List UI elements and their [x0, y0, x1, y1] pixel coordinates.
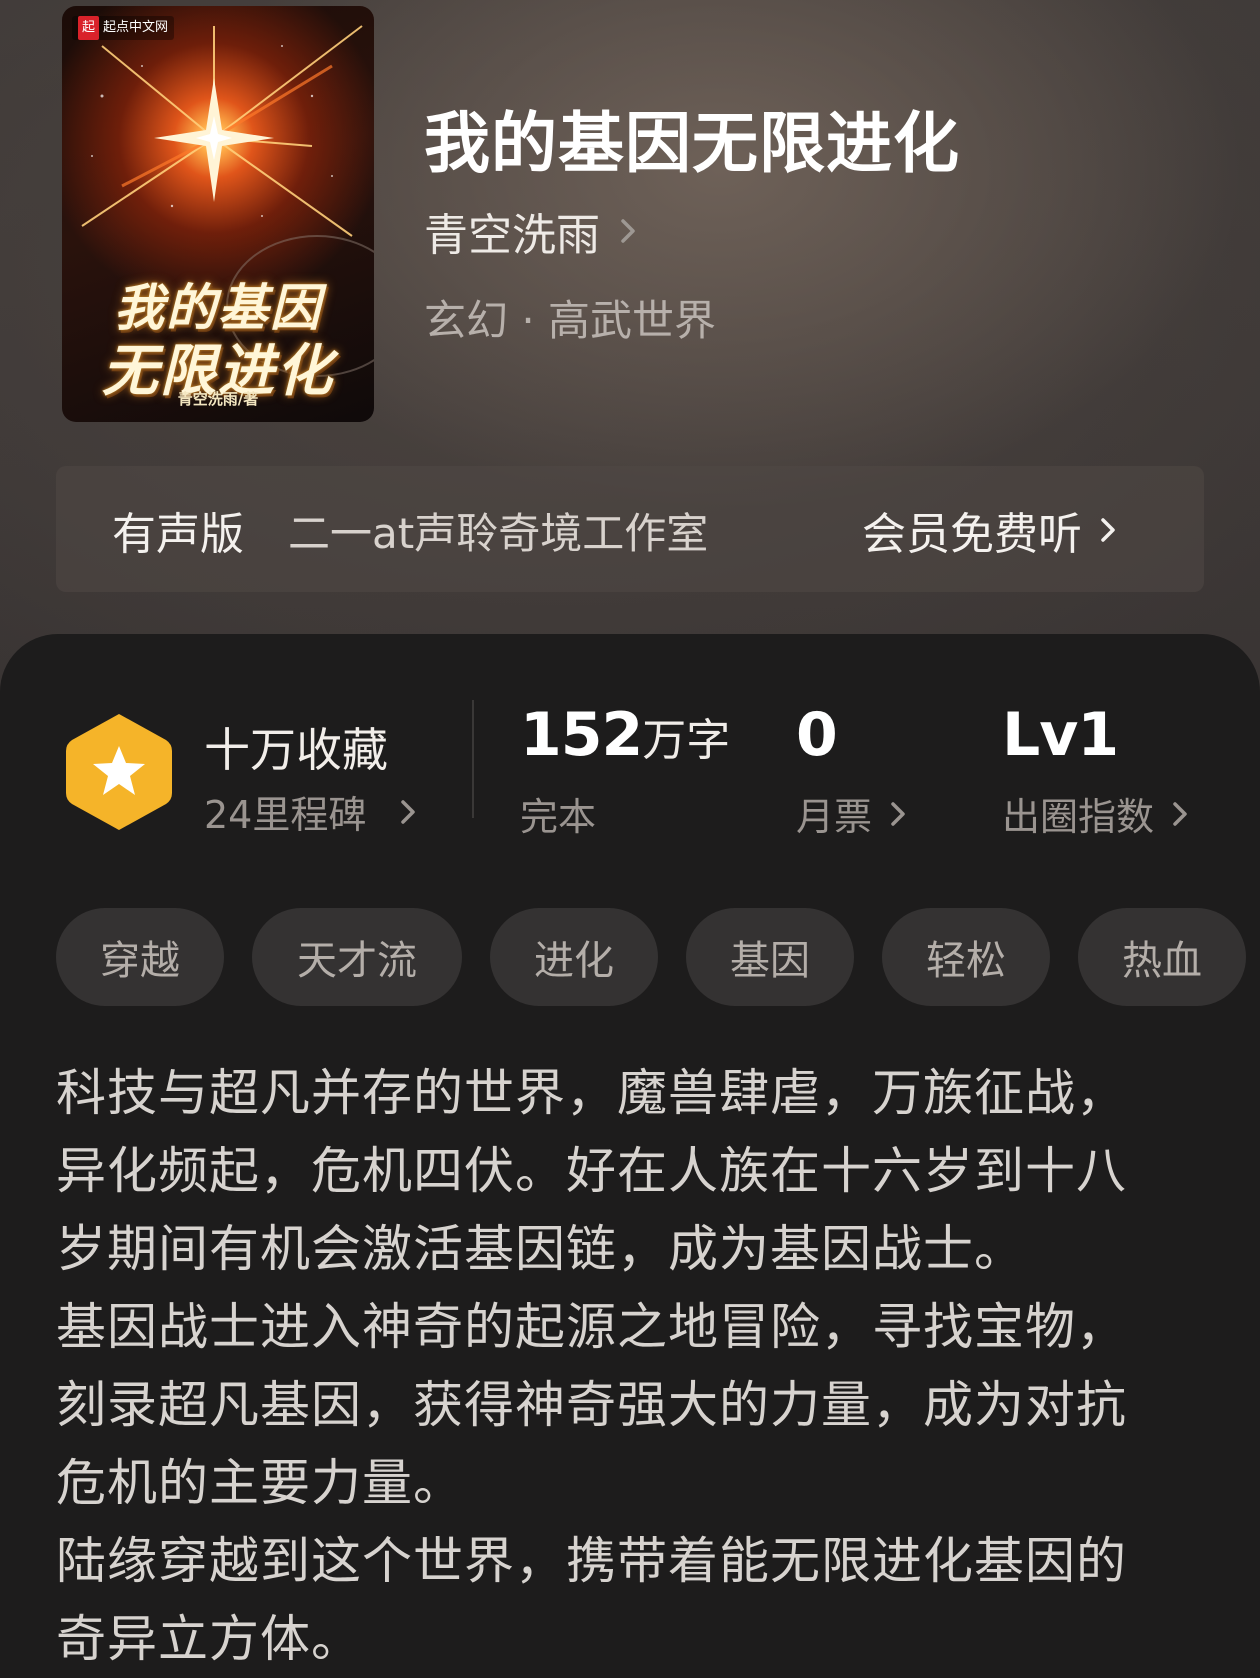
audio-label: 有声版: [112, 509, 244, 560]
collection-title: 十万收藏: [204, 723, 388, 777]
member-free-listen-label: 会员免费听: [862, 509, 1082, 560]
book-detail-page: 起起点中文网 我的基因 无限进化 青空洗雨/著 我的基因无限进化 青空洗雨 玄幻…: [0, 0, 1260, 1678]
tag-chip[interactable]: 穿越: [56, 908, 224, 1006]
monthly-votes-count: 0: [796, 700, 838, 770]
milestone-link[interactable]: 24里程碑: [204, 784, 424, 839]
stats-divider: [472, 700, 474, 818]
genre-label[interactable]: 玄幻 · 高武世界: [424, 287, 716, 348]
cover-publisher-logo: 起起点中文网: [72, 16, 175, 40]
popularity-index-link[interactable]: 出圈指数: [1002, 786, 1196, 841]
collection-badge-icon: [66, 714, 172, 830]
chevron-right-icon: [401, 799, 416, 824]
chevron-right-icon: [891, 801, 905, 826]
audio-studio: 二一at声聆奇境工作室: [288, 509, 709, 558]
chevron-right-icon: [1173, 801, 1187, 826]
description-paragraph: 基因战士进入神奇的起源之地冒险，寻找宝物， 刻录超凡基因，获得神奇强大的力量，成…: [56, 1298, 1127, 1512]
description-paragraph: 科技与超凡并存的世界，魔兽肆虐，万族征战， 异化频起，危机四伏。好在人族在十六岁…: [56, 1064, 1127, 1278]
chevron-right-icon: [621, 219, 635, 243]
book-title: 我的基因无限进化: [424, 104, 960, 182]
word-count-number: 152: [520, 700, 643, 770]
tag-chip[interactable]: 进化: [490, 908, 658, 1006]
tag-list: 穿越 天才流 进化 基因 轻松 热血: [56, 908, 1246, 1006]
audio-version-bar[interactable]: 有声版 二一at声聆奇境工作室 会员免费听: [56, 466, 1204, 592]
member-free-listen-button[interactable]: 会员免费听: [862, 498, 1124, 562]
author-link[interactable]: 青空洗雨: [424, 204, 644, 261]
monthly-votes-link[interactable]: 月票: [796, 786, 914, 841]
tag-chip[interactable]: 热血: [1078, 908, 1246, 1006]
level-value: Lv1: [1002, 700, 1119, 770]
book-info-panel: 十万收藏 24里程碑 152万字 完本 0 月票 Lv1 出圈指数 穿越 天才流…: [0, 634, 1260, 1678]
word-count-unit: 万字: [642, 715, 731, 766]
book-cover[interactable]: 起起点中文网 我的基因 无限进化 青空洗雨/著: [62, 6, 374, 422]
description-paragraph: 陆缘穿越到这个世界，携带着能无限进化基因的 奇异立方体。: [56, 1532, 1127, 1668]
author-name: 青空洗雨: [424, 210, 600, 261]
cover-author: 青空洗雨/著: [177, 390, 259, 408]
word-count: 152万字: [520, 700, 730, 770]
popularity-index-label: 出圈指数: [1002, 795, 1155, 839]
tag-chip[interactable]: 轻松: [882, 908, 1050, 1006]
milestone-label: 24里程碑: [204, 793, 367, 837]
monthly-votes-label: 月票: [796, 795, 873, 839]
chevron-right-icon: [1101, 518, 1115, 542]
completion-status: 完本: [520, 795, 597, 839]
tag-chip[interactable]: 天才流: [252, 908, 462, 1006]
book-description[interactable]: 科技与超凡并存的世界，魔兽肆虐，万族征战， 异化频起，危机四伏。好在人族在十六岁…: [56, 1054, 1226, 1678]
tag-chip[interactable]: 基因: [686, 908, 854, 1006]
